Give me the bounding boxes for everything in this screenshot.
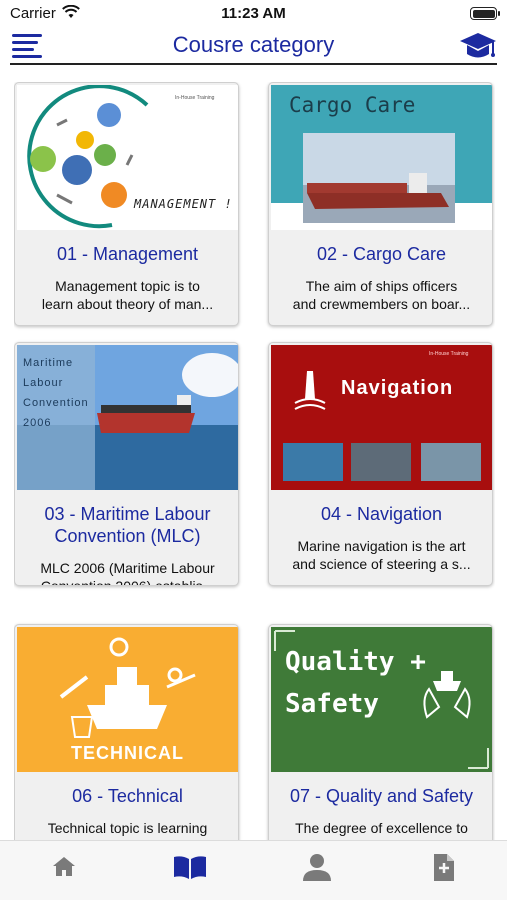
card-title: 06 - Technical: [72, 786, 183, 806]
page-title: Cousre category: [172, 32, 335, 57]
card-title: 02 - Cargo Care: [316, 244, 447, 264]
category-card-management[interactable]: MANAGEMENT ! In-House Training 01 - Mana…: [14, 82, 239, 326]
tab-documents[interactable]: [423, 851, 463, 883]
mlc-thumb-text: Maritime Labour Convention 2006: [23, 357, 89, 429]
quality-safety-thumb-text: Quality + Safety: [285, 647, 426, 719]
card-description: The degree of excellence to: [295, 820, 468, 836]
management-thumb-label: MANAGEMENT !: [134, 197, 233, 211]
home-icon: [44, 857, 84, 887]
card-description: The aim of ships officers and crewmember…: [292, 278, 471, 312]
navigation-thumbnail: Navigation In-House Training: [271, 345, 492, 490]
status-bar: Carrier 11:23 AM: [0, 0, 507, 28]
graduation-cap-icon[interactable]: [459, 30, 497, 62]
card-title: 07 - Quality and Safety: [289, 786, 474, 806]
tab-profile[interactable]: [297, 851, 337, 883]
tab-bar: [0, 840, 507, 900]
management-thumbnail: MANAGEMENT ! In-House Training: [17, 85, 238, 230]
category-card-navigation[interactable]: Navigation In-House Training 04 - Naviga…: [268, 342, 493, 586]
card-title: 04 - Navigation: [320, 504, 443, 524]
cargo-care-thumbnail: Cargo Care: [271, 85, 492, 230]
category-card-mlc[interactable]: Maritime Labour Convention 2006 03 - Mar…: [14, 342, 239, 586]
header: Cousre category: [0, 28, 507, 64]
management-thumb-small: In-House Training: [175, 95, 215, 101]
quality-safety-thumbnail: Quality + Safety: [271, 627, 492, 772]
technical-thumb-label: TECHNICAL: [71, 743, 184, 763]
tab-courses[interactable]: [170, 851, 210, 883]
category-card-technical[interactable]: TECHNICAL 06 - Technical Technical topic…: [14, 624, 239, 840]
card-description: Marine navigation is the art and science…: [292, 538, 471, 572]
navigation-thumb-small: In-House Training: [429, 351, 469, 357]
tab-home[interactable]: [44, 851, 84, 883]
card-title: 01 - Management: [56, 244, 199, 264]
category-card-cargo-care[interactable]: Cargo Care 02 - Cargo Care The aim of sh…: [268, 82, 493, 326]
category-grid[interactable]: MANAGEMENT ! In-House Training 01 - Mana…: [14, 82, 495, 840]
technical-thumbnail: TECHNICAL: [17, 627, 238, 772]
card-description: Technical topic is learning: [47, 820, 208, 836]
document-icon: [423, 854, 463, 887]
card-description: MLC 2006 (Maritime Labour Convention 200…: [40, 560, 215, 586]
battery-icon: [470, 7, 500, 20]
card-title: 03 - Maritime Labour Convention (MLC): [44, 504, 211, 546]
header-divider: [10, 63, 497, 65]
book-icon: [170, 856, 210, 887]
status-time: 11:23 AM: [221, 5, 286, 22]
mlc-thumbnail: Maritime Labour Convention 2006: [17, 345, 238, 490]
category-card-quality-safety[interactable]: Quality + Safety 07 - Quality and Safety…: [268, 624, 493, 840]
card-description: Management topic is to learn about theor…: [41, 278, 214, 312]
profile-icon: [297, 854, 337, 887]
navigation-thumb-label: Navigation: [341, 377, 454, 399]
